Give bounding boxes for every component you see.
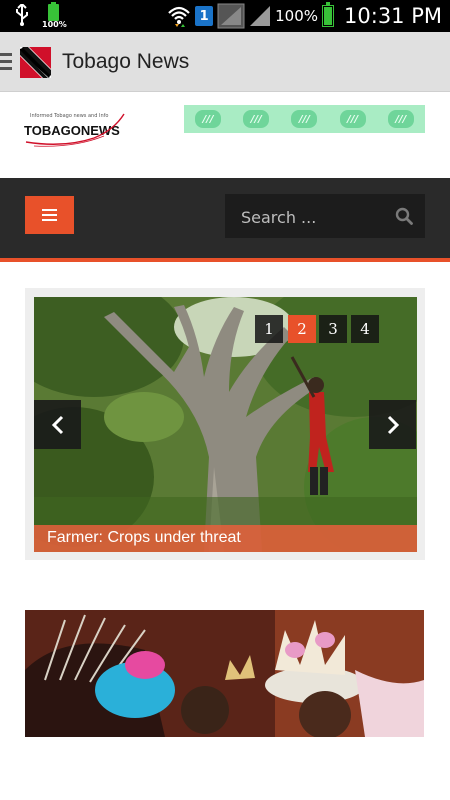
ad-banner[interactable]: /// /// /// /// /// [184,105,425,133]
trinidad-flag-icon [20,47,51,78]
ad-mark: /// [387,110,414,128]
ad-mark: /// [339,110,366,128]
slider-page-2-active[interactable]: 2 [288,315,316,343]
chevron-left-icon [51,415,63,434]
usb-icon [16,4,28,26]
battery-percent: 100% [275,7,319,25]
site-logo[interactable]: Informed Tobago news and Info TOBAGONEWS [24,108,126,150]
signal-blocked-icon [217,3,245,29]
ad-mark: /// [243,110,270,128]
search-box [225,194,425,240]
logo-tagline: Informed Tobago news and Info [30,113,108,119]
search-input[interactable] [239,194,393,240]
battery-full-icon [322,2,335,27]
clock: 10:31 PM [344,4,442,28]
ad-mark: /// [291,110,318,128]
slider-prev-button[interactable] [34,400,81,449]
site-menu-button[interactable] [25,196,74,234]
app-title: Tobago News [62,50,190,73]
slider-page-3[interactable]: 3 [319,315,347,343]
status-bar: 100% 1 100% 10:31 PM [0,0,450,32]
slider-page-1[interactable]: 1 [255,315,283,343]
wifi-icon [168,6,190,27]
search-icon[interactable] [395,207,413,225]
battery-small-label: 100% [42,20,67,29]
drawer-menu-icon[interactable] [0,53,12,71]
slider-next-button[interactable] [369,400,416,449]
logo-text: TOBAGONEWS [24,123,120,138]
signal-icon [250,6,271,26]
navbar-accent-stripe [0,258,450,262]
chevron-right-icon [387,415,399,434]
battery-icon: 100% [42,2,67,29]
slider-page-4[interactable]: 4 [351,315,379,343]
sim-icon: 1 [195,6,214,26]
slide-caption-text: Farmer: Crops under threat [47,529,241,546]
slide-caption[interactable]: Farmer: Crops under threat [34,525,417,552]
ad-mark: /// [195,110,222,128]
article-image-carnival-queens[interactable] [25,610,424,737]
app-bar: Tobago News [0,32,450,92]
